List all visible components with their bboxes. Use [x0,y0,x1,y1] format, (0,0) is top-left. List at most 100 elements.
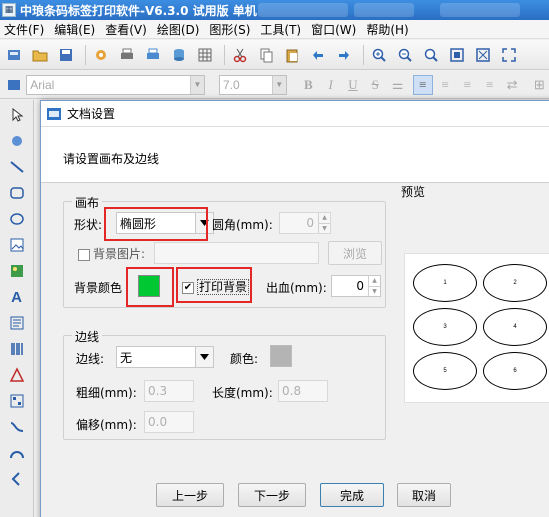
undo-icon[interactable] [307,44,329,66]
menu-draw[interactable]: 绘图(D) [153,21,204,38]
polygon-tool-icon[interactable] [6,364,28,386]
open-folder-icon[interactable] [29,44,51,66]
font-size-value: 7.0 [222,77,240,92]
pan-hand-icon[interactable] [6,130,28,152]
strikethrough-button[interactable]: S [366,75,385,95]
italic-button[interactable]: I [321,75,340,95]
copy-icon[interactable] [255,44,277,66]
previous-step-button[interactable]: 上一步 [156,483,224,507]
thickness-input[interactable]: 0.3 [144,380,194,402]
offset-value: 0.0 [148,415,168,429]
app-titlebar: ▦ 中琅条码标签打印软件-V6.3.0 试用版 单机 [0,0,549,20]
arc-tool-icon[interactable] [6,442,28,464]
align-justify-icon[interactable]: ≡ [480,75,499,95]
bold-button[interactable]: B [299,75,318,95]
preview-label-oval: 2 [483,264,547,302]
underline-button[interactable]: U [343,75,362,95]
corner-radius-input[interactable]: 0 ▲ ▼ [279,212,331,234]
line-tool-icon[interactable] [6,156,28,178]
font-name-select[interactable]: Arial ▼ [26,74,205,95]
bleed-label: 出血(mm): [266,281,327,295]
border-group: 边线 边线: 无 颜色: 粗细(mm): 0.3 长度(mm): 0.8 偏移(… [63,328,386,440]
length-label: 长度(mm): [212,386,273,400]
menu-view[interactable]: 查看(V) [101,21,151,38]
menu-help[interactable]: 帮助(H) [362,21,412,38]
preview-label-number: 4 [513,324,517,330]
border-color-swatch[interactable] [270,345,292,367]
save-icon[interactable] [55,44,77,66]
print-background-option[interactable]: ✔ 打印背景 [182,278,250,295]
document-settings-dialog: 文档设置 请设置画布及边线 画布 形状: 椭圆形 圆角(mm): 0 ▲ ▼ 背景… [40,100,549,517]
print-icon[interactable] [116,44,138,66]
border-color-label: 颜色: [230,352,259,366]
select-pointer-icon[interactable] [6,104,28,126]
align-right-icon[interactable]: ≡ [458,75,477,95]
print-background-checkbox[interactable]: ✔ [182,281,194,294]
font-size-select[interactable]: 7.0 ▼ [218,74,287,95]
finish-button[interactable]: 完成 [320,483,384,507]
border-style-select[interactable]: 无 [116,346,214,368]
menu-shape[interactable]: 图形(S) [205,21,254,38]
menu-edit[interactable]: 编辑(E) [50,21,99,38]
align-left-icon[interactable]: ≡ [413,74,433,95]
text-color-icon[interactable]: ⚌ [388,75,407,95]
thickness-label: 粗细(mm): [76,386,137,400]
word-wrap-icon[interactable]: ⊞ [530,75,549,95]
chevron-down-icon: ▼ [271,75,286,94]
offset-input[interactable]: 0.0 [144,411,194,433]
background-image-option[interactable]: 背景图片: [78,245,145,262]
qrcode-tool-icon[interactable] [6,390,28,412]
background-image-checkbox[interactable] [78,248,90,261]
print-preview-icon[interactable] [142,44,164,66]
menu-tools[interactable]: 工具(T) [256,21,305,38]
zoom-fit-icon[interactable] [420,44,442,66]
menu-window[interactable]: 窗口(W) [307,21,360,38]
menu-file[interactable]: 文件(F) [0,21,48,38]
chevron-down-icon [195,347,213,367]
print-background-label: 打印背景 [197,279,250,295]
barcode-tool-icon[interactable] [6,338,28,360]
next-step-button[interactable]: 下一步 [238,483,306,507]
browse-button[interactable]: 浏览 [328,241,382,265]
rectangle-tool-icon[interactable] [6,182,28,204]
fullscreen-icon[interactable] [498,44,520,66]
redo-icon[interactable] [333,44,355,66]
database-icon[interactable] [168,44,190,66]
bracket-tool-icon[interactable] [6,468,28,490]
cancel-button[interactable]: 取消 [397,483,451,507]
toolbar-separator [85,44,86,65]
length-input[interactable]: 0.8 [278,380,328,402]
multiline-text-tool-icon[interactable] [6,312,28,334]
background-image-path-input[interactable] [154,242,319,264]
preview-title: 预览 [401,185,426,199]
background-window-tab [440,3,520,17]
text-direction-icon[interactable]: ⇄ [502,75,521,95]
zoom-out-icon[interactable] [394,44,416,66]
app-title: 中琅条码标签打印软件-V6.3.0 试用版 单机 [20,3,257,18]
picture-tool-icon[interactable] [6,260,28,282]
dialog-app-icon [47,107,61,120]
zoom-in-icon[interactable] [368,44,390,66]
layout-icon[interactable] [3,74,24,96]
new-document-icon[interactable] [3,44,25,66]
bleed-value: 0 [356,279,364,293]
corner-radius-value: 0 [306,216,314,230]
background-color-label: 背景颜色 [74,281,123,295]
preview-label-number: 6 [513,368,517,374]
grid-icon[interactable] [194,44,216,66]
align-center-icon[interactable]: ≡ [436,75,455,95]
drawing-toolbar: A [0,100,34,517]
bleed-input[interactable]: 0 ▲ ▼ [331,275,381,297]
image-tool-icon[interactable] [6,234,28,256]
toolbar-separator [363,44,364,65]
text-tool-icon[interactable]: A [6,286,28,308]
settings-gear-icon[interactable] [90,44,112,66]
actual-size-icon[interactable] [472,44,494,66]
ellipse-tool-icon[interactable] [6,208,28,230]
fit-page-icon[interactable] [446,44,468,66]
paste-icon[interactable] [281,44,303,66]
preview-label-oval: 3 [413,308,477,346]
background-color-swatch[interactable] [138,275,160,297]
curve-tool-icon[interactable] [6,416,28,438]
cut-icon[interactable] [229,44,251,66]
